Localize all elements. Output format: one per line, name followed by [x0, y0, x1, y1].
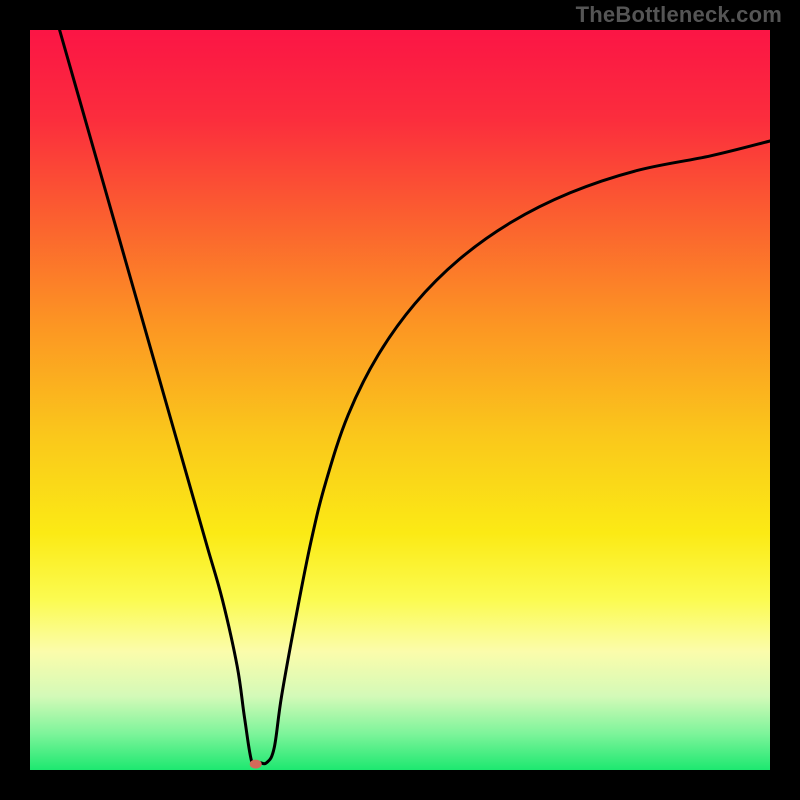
marker-minimum-point — [250, 760, 262, 769]
chart-container: TheBottleneck.com — [0, 0, 800, 800]
bottleneck-chart — [0, 0, 800, 800]
plot-background — [30, 30, 770, 770]
watermark: TheBottleneck.com — [576, 2, 782, 28]
